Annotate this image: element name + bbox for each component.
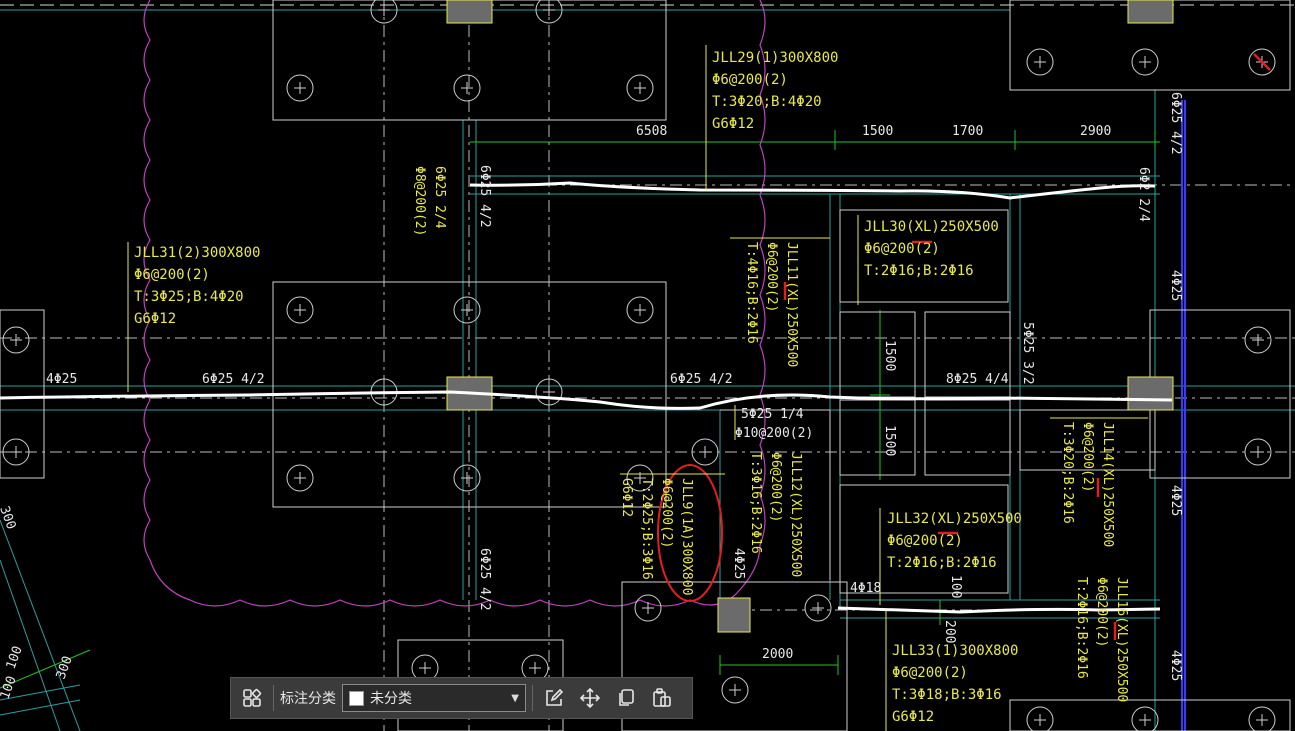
label-4phi18: 4Φ18: [850, 581, 881, 596]
label-v-4phi25-r2: 4Φ25: [1168, 485, 1183, 516]
label-5phi25-14: 5Φ25 1/4: [741, 407, 804, 422]
label-v-5phi25-32: 5Φ25 3/2: [1020, 322, 1035, 385]
dim-2900: 2900: [1080, 124, 1111, 139]
dim-6508: 6508: [636, 124, 667, 139]
category-selected-value: 未分类: [370, 691, 412, 707]
label-phi10: Φ10@200(2): [735, 426, 813, 441]
dim-100-v: 100: [948, 575, 963, 598]
grid-icon[interactable]: [237, 683, 267, 713]
chevron-down-icon: ▼: [511, 692, 519, 704]
label-6phi25-42-b: 6Φ25 4/2: [670, 372, 733, 387]
edit-icon[interactable]: [539, 683, 569, 713]
label-6phi25-42-a: 6Φ25 4/2: [202, 372, 265, 387]
label-v-4phi25-r3: 4Φ25: [1168, 650, 1183, 681]
dim-1700: 1700: [952, 124, 983, 139]
label-v-6phi25-42-r: 6Φ25 4/2: [1168, 92, 1183, 155]
label-8phi25-44: 8Φ25 4/4: [946, 372, 1009, 387]
cad-drawing-canvas[interactable]: JLL29(1)300X800 Φ6@200(2) T:3Φ20;B:4Φ20 …: [0, 0, 1295, 731]
label-v-6phi25-42: 6Φ25 4/2: [477, 165, 492, 228]
label-v-6phi25-42-b: 6Φ25 4/2: [477, 548, 492, 611]
label-v-4phi25: 4Φ25: [731, 548, 746, 579]
toolbar-divider: [532, 685, 533, 711]
toolbar-divider: [273, 685, 274, 711]
label-v-4phi25-r1: 4Φ25: [1168, 270, 1183, 301]
category-color-swatch: [349, 690, 364, 706]
paste-icon[interactable]: [647, 683, 677, 713]
annotation-toolbar: 标注分类 未分类 ▼: [230, 677, 693, 719]
category-dropdown[interactable]: 未分类 ▼: [342, 684, 526, 712]
dim-1500-v2: 1500: [882, 425, 897, 456]
dim-2000: 2000: [762, 647, 793, 662]
label-v-6phi2-24: 6Φ2 2/4: [1136, 167, 1151, 222]
dim-1500-v1: 1500: [882, 340, 897, 371]
category-label: 标注分类: [280, 691, 336, 707]
copy-icon[interactable]: [611, 683, 641, 713]
label-4phi25: 4Φ25: [46, 372, 77, 387]
move-icon[interactable]: [575, 683, 605, 713]
dim-1500: 1500: [862, 124, 893, 139]
dim-200-v: 200: [942, 620, 957, 643]
